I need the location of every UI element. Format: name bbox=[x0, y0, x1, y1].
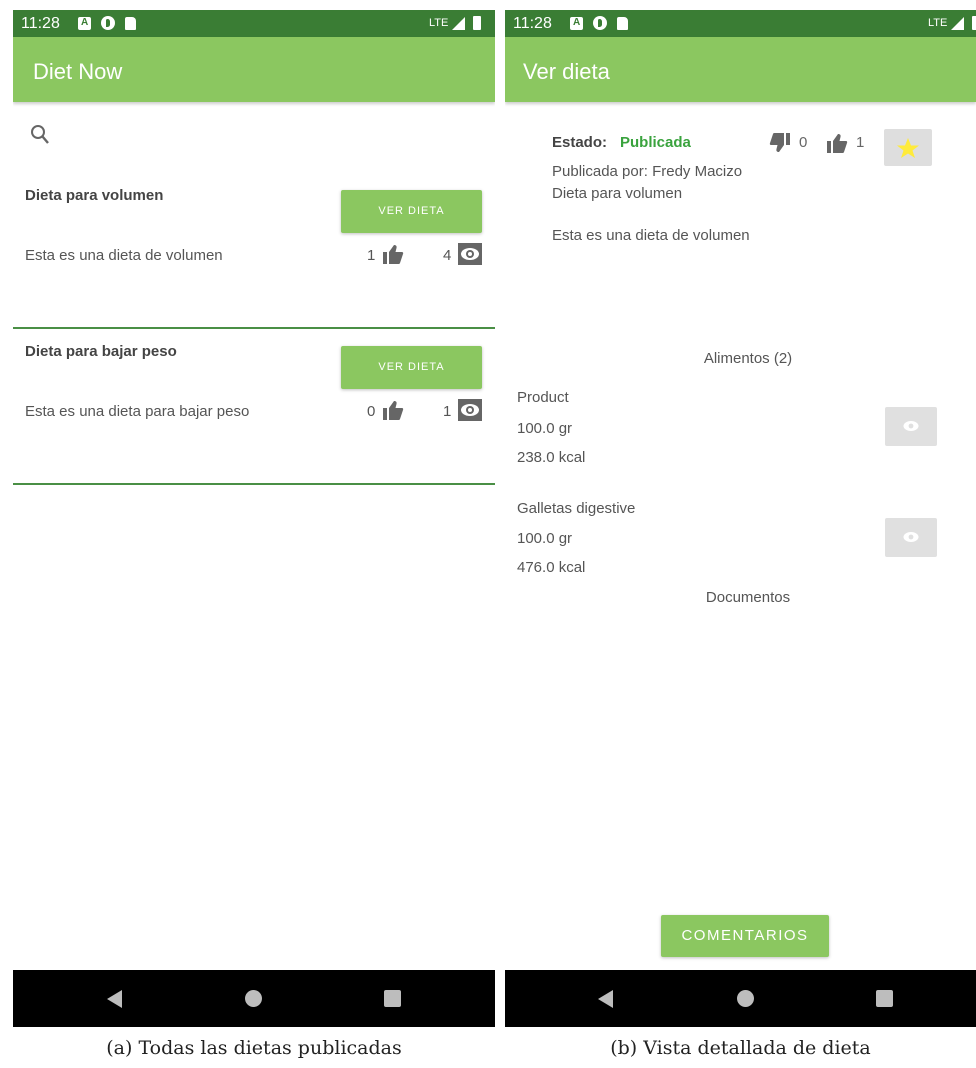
thumb-up-icon[interactable] bbox=[825, 132, 849, 154]
sd-card-icon bbox=[617, 16, 628, 30]
notification-a-icon bbox=[570, 16, 583, 30]
app-title: Diet Now bbox=[33, 59, 123, 84]
documents-title: Documentos bbox=[705, 589, 791, 606]
diet-description: Esta es una dieta para bajar peso bbox=[25, 403, 250, 420]
food-amount: 100.0 gr bbox=[517, 530, 573, 547]
view-diet-button[interactable]: VER DIETA bbox=[341, 190, 482, 233]
diet-name: Dieta para volumen bbox=[25, 187, 164, 204]
food-kcal: 476.0 kcal bbox=[517, 559, 586, 576]
foods-title: Alimentos (2) bbox=[703, 350, 793, 367]
notification-a-icon bbox=[78, 16, 91, 30]
notification-p-icon bbox=[101, 16, 115, 30]
published-by: Publicada por: Fredy Macizo bbox=[552, 163, 743, 180]
like-count: 1 bbox=[856, 134, 865, 151]
network-label: LTE bbox=[928, 17, 948, 29]
battery-icon bbox=[473, 16, 482, 30]
comments-button[interactable]: COMENTARIOS bbox=[661, 915, 829, 957]
diet-detail-screen: 11:28 LTE Ver dieta Estado: Publicada 0 … bbox=[505, 10, 976, 1027]
view-count: 4 bbox=[443, 247, 452, 264]
view-food-button[interactable] bbox=[885, 407, 937, 446]
eye-icon bbox=[903, 532, 919, 542]
notification-p-icon bbox=[593, 16, 607, 30]
recent-apps-icon[interactable] bbox=[384, 990, 401, 1007]
diet-name: Dieta para volumen bbox=[552, 185, 683, 202]
back-icon[interactable] bbox=[598, 990, 613, 1008]
diet-list-screen: 11:28 LTE Diet Now Dieta para volumen VE… bbox=[13, 10, 495, 1027]
caption-b: (b) Vista detallada de dieta bbox=[610, 1037, 871, 1059]
status-bar: 11:28 LTE bbox=[505, 10, 976, 37]
network-label: LTE bbox=[429, 17, 449, 29]
home-icon[interactable] bbox=[737, 990, 754, 1007]
eye-icon bbox=[458, 243, 482, 265]
sd-card-icon bbox=[125, 16, 136, 30]
diet-name: Dieta para bajar peso bbox=[25, 343, 177, 360]
view-diet-button[interactable]: VER DIETA bbox=[341, 346, 482, 389]
diet-description: Esta es una dieta de volumen bbox=[552, 227, 750, 244]
view-count: 1 bbox=[443, 403, 452, 420]
signal-icon bbox=[951, 16, 965, 30]
favorite-button[interactable] bbox=[884, 129, 932, 166]
like-count: 0 bbox=[367, 403, 376, 420]
status-time: 11:28 bbox=[21, 15, 60, 32]
navigation-bar bbox=[13, 970, 495, 1027]
thumb-down-icon[interactable] bbox=[767, 132, 793, 154]
view-food-button[interactable] bbox=[885, 518, 937, 557]
food-amount: 100.0 gr bbox=[517, 420, 573, 437]
diet-description: Esta es una dieta de volumen bbox=[25, 247, 223, 264]
status-value: Publicada bbox=[620, 134, 691, 151]
diet-card: Dieta para volumen VER DIETA Esta es una… bbox=[13, 173, 495, 329]
app-bar: Ver dieta bbox=[505, 37, 976, 102]
search-icon[interactable] bbox=[30, 124, 50, 146]
thumb-up-icon bbox=[383, 245, 404, 264]
status-label: Estado: bbox=[552, 134, 608, 151]
status-time: 11:28 bbox=[513, 15, 552, 32]
eye-icon bbox=[458, 399, 482, 421]
signal-icon bbox=[452, 16, 466, 30]
home-icon[interactable] bbox=[245, 990, 262, 1007]
food-name: Galletas digestive bbox=[517, 500, 636, 517]
battery-icon bbox=[972, 16, 976, 30]
food-kcal: 238.0 kcal bbox=[517, 449, 586, 466]
app-bar: Diet Now bbox=[13, 37, 495, 102]
like-count: 1 bbox=[367, 247, 376, 264]
food-name: Product bbox=[517, 389, 569, 406]
recent-apps-icon[interactable] bbox=[876, 990, 893, 1007]
star-icon bbox=[897, 138, 919, 158]
eye-icon bbox=[903, 421, 919, 431]
dislike-count: 0 bbox=[799, 134, 808, 151]
back-icon[interactable] bbox=[107, 990, 122, 1008]
caption-a: (a) Todas las dietas publicadas bbox=[106, 1037, 402, 1059]
status-bar: 11:28 LTE bbox=[13, 10, 495, 37]
app-title: Ver dieta bbox=[523, 59, 610, 84]
navigation-bar bbox=[505, 970, 976, 1027]
diet-card: Dieta para bajar peso VER DIETA Esta es … bbox=[13, 329, 495, 485]
thumb-up-icon bbox=[383, 401, 404, 420]
